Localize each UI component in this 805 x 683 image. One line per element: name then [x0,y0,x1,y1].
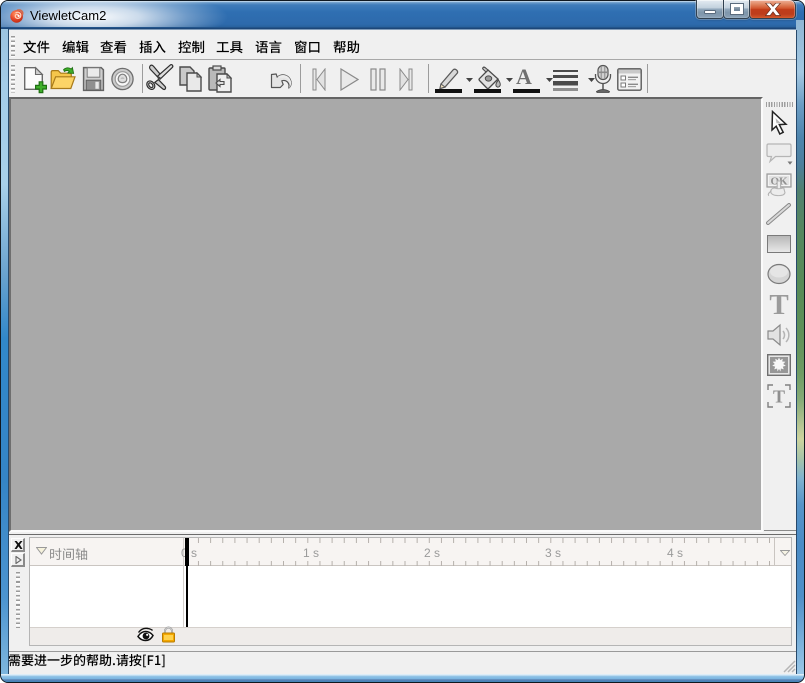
svg-text:T: T [773,387,785,407]
